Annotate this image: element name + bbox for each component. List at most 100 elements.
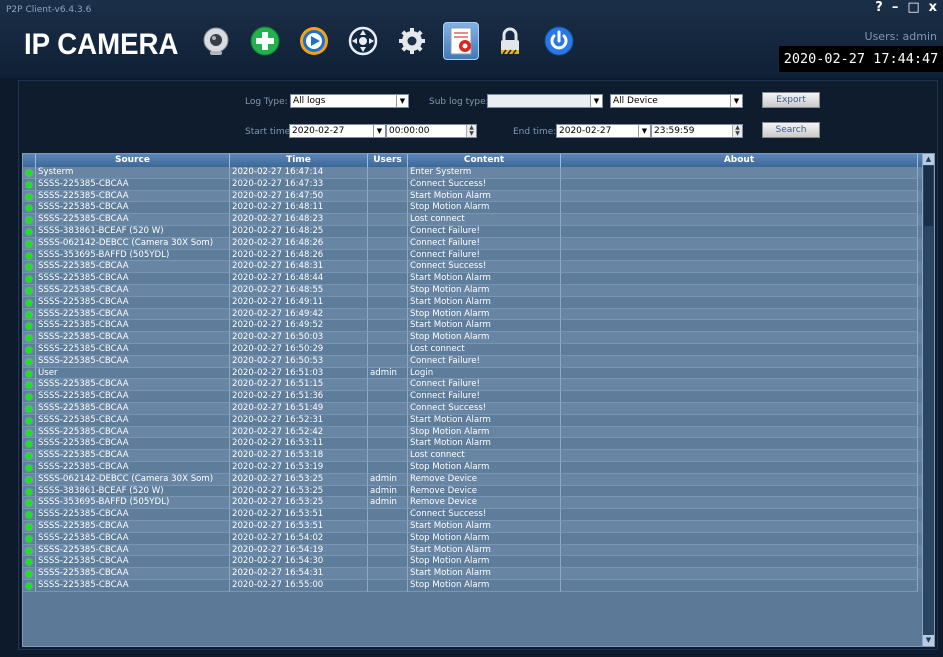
- table-row[interactable]: SSSS-225385-CBCAA 2020-02-27 16:52:31 Star…: [23, 414, 934, 427]
- users-cell: [368, 308, 408, 321]
- table-row[interactable]: SSSS-225385-CBCAA 2020-02-27 16:50:29 Lost…: [23, 343, 934, 356]
- table-row[interactable]: SSSS-225385-CBCAA 2020-02-27 16:53:51 Conn…: [23, 509, 934, 521]
- sub-log-type-select[interactable]: ▼: [487, 94, 603, 108]
- log-type-select[interactable]: All logs ▼: [290, 94, 409, 108]
- log-button[interactable]: [443, 22, 479, 60]
- scroll-up-icon[interactable]: ▲: [923, 154, 934, 165]
- table-row[interactable]: SSSS-225385-CBCAA 2020-02-27 16:49:42 Stop…: [23, 308, 934, 321]
- users-cell: [368, 438, 408, 451]
- app-logo: IP CAMERA: [24, 28, 179, 61]
- window-controls: ? – □ x: [875, 0, 937, 15]
- calendar-dropdown-icon[interactable]: ▼: [373, 125, 385, 137]
- time-cell: 2020-02-27 16:49:52: [230, 320, 368, 333]
- table-row[interactable]: SSSS-225385-CBCAA 2020-02-27 16:51:49 Conn…: [23, 402, 934, 415]
- table-row[interactable]: SSSS-225385-CBCAA 2020-02-27 16:48:23 Lost…: [23, 214, 934, 226]
- table-row[interactable]: SSSS-225385-CBCAA 2020-02-27 16:53:51 Star…: [23, 520, 934, 533]
- table-row[interactable]: SSSS-383861-BCEAF (520 W) 2020-02-27 16:4…: [23, 225, 934, 238]
- search-button[interactable]: Search: [762, 122, 820, 138]
- status-cell: [23, 402, 36, 415]
- chevron-down-icon[interactable]: ▼: [730, 95, 742, 107]
- end-date-picker[interactable]: 2020-02-27 ▼: [556, 124, 651, 138]
- content-column-header[interactable]: Content: [408, 154, 561, 167]
- ptz-button[interactable]: [345, 22, 381, 60]
- time-cell: 2020-02-27 16:48:55: [230, 284, 368, 297]
- log-table[interactable]: Source Time Users Content About Systerm 2…: [22, 153, 935, 647]
- source-cell: SSSS-225385-CBCAA: [36, 568, 230, 580]
- table-row[interactable]: SSSS-225385-CBCAA 2020-02-27 16:50:53 Conn…: [23, 355, 934, 368]
- table-row[interactable]: SSSS-225385-CBCAA 2020-02-27 16:50:03 Stop…: [23, 332, 934, 344]
- users-cell: admin: [368, 367, 408, 380]
- status-cell: [23, 579, 36, 592]
- table-row[interactable]: Systerm 2020-02-27 16:47:14 Enter Systerm: [23, 167, 934, 179]
- users-cell: [368, 402, 408, 415]
- calendar-dropdown-icon[interactable]: ▼: [638, 125, 650, 137]
- help-button[interactable]: ?: [875, 0, 883, 15]
- table-row[interactable]: SSSS-225385-CBCAA 2020-02-27 16:48:55 Stop…: [23, 284, 934, 297]
- about-column-header[interactable]: About: [561, 154, 918, 167]
- table-row[interactable]: SSSS-383861-BCEAF (520 W) 2020-02-27 16:5…: [23, 485, 934, 498]
- end-time-spinner[interactable]: 23:59:59 ▲ ▼: [651, 124, 743, 138]
- start-date-picker[interactable]: 2020-02-27 ▼: [289, 124, 386, 138]
- about-cell: [561, 414, 918, 427]
- main-toolbar: [198, 22, 577, 60]
- table-row[interactable]: SSSS-225385-CBCAA 2020-02-27 16:53:11 Star…: [23, 438, 934, 451]
- table-row[interactable]: SSSS-225385-CBCAA 2020-02-27 16:53:19 Stop…: [23, 461, 934, 474]
- spinner-arrows-icon[interactable]: ▲ ▼: [466, 125, 476, 137]
- users-cell: [368, 332, 408, 344]
- spinner-arrows-icon[interactable]: ▲ ▼: [732, 125, 742, 137]
- table-row[interactable]: SSSS-225385-CBCAA 2020-02-27 16:54:31 Star…: [23, 568, 934, 580]
- add-device-button[interactable]: [247, 22, 283, 60]
- about-cell: [561, 167, 918, 179]
- camera-button[interactable]: [198, 22, 234, 60]
- settings-button[interactable]: [394, 22, 430, 60]
- scroll-thumb[interactable]: [924, 166, 933, 226]
- table-row[interactable]: SSSS-225385-CBCAA 2020-02-27 16:48:31 Conn…: [23, 261, 934, 274]
- table-row[interactable]: SSSS-225385-CBCAA 2020-02-27 16:52:42 Stop…: [23, 426, 934, 439]
- device-select[interactable]: All Device ▼: [610, 94, 743, 108]
- scroll-down-icon[interactable]: ▼: [923, 635, 934, 646]
- table-row[interactable]: SSSS-225385-CBCAA 2020-02-27 16:54:02 Stop…: [23, 532, 934, 545]
- status-cell: [23, 438, 36, 451]
- table-row[interactable]: User 2020-02-27 16:51:03 admin Login: [23, 367, 934, 380]
- table-row[interactable]: SSSS-062142-DEBCC (Camera 30X Som) 2020-0…: [23, 473, 934, 486]
- table-row[interactable]: SSSS-225385-CBCAA 2020-02-27 16:54:19 Star…: [23, 544, 934, 557]
- online-status-icon: [26, 464, 32, 471]
- table-row[interactable]: SSSS-353695-BAFFD (505YDL) 2020-02-27 16:…: [23, 497, 934, 510]
- start-time-spinner[interactable]: 00:00:00 ▲ ▼: [386, 124, 477, 138]
- maximize-button[interactable]: □: [907, 0, 919, 15]
- vertical-scrollbar[interactable]: ▲ ▼: [922, 154, 934, 646]
- table-row[interactable]: SSSS-225385-CBCAA 2020-02-27 16:48:44 Star…: [23, 273, 934, 285]
- status-cell: [23, 249, 36, 262]
- minimize-button[interactable]: –: [892, 0, 899, 15]
- content-cell: Connect Failure!: [408, 391, 561, 403]
- source-cell: SSSS-225385-CBCAA: [36, 402, 230, 415]
- online-status-icon: [26, 228, 32, 235]
- table-row[interactable]: SSSS-225385-CBCAA 2020-02-27 16:51:15 Conn…: [23, 379, 934, 392]
- time-cell: 2020-02-27 16:51:03: [230, 367, 368, 380]
- users-column-header[interactable]: Users: [368, 154, 408, 167]
- about-cell: [561, 426, 918, 439]
- table-row[interactable]: SSSS-225385-CBCAA 2020-02-27 16:49:52 Star…: [23, 320, 934, 333]
- table-row[interactable]: SSSS-225385-CBCAA 2020-02-27 16:47:33 Conn…: [23, 178, 934, 191]
- log-type-label: Log Type:: [245, 97, 288, 107]
- table-row[interactable]: SSSS-225385-CBCAA 2020-02-27 16:51:36 Conn…: [23, 391, 934, 403]
- content-cell: Connect Success!: [408, 261, 561, 274]
- users-cell: [368, 225, 408, 238]
- close-button[interactable]: x: [929, 0, 937, 15]
- table-row[interactable]: SSSS-353695-BAFFD (505YDL) 2020-02-27 16:…: [23, 249, 934, 262]
- table-row[interactable]: SSSS-225385-CBCAA 2020-02-27 16:53:18 Lost…: [23, 450, 934, 462]
- power-button[interactable]: [541, 22, 577, 60]
- chevron-down-icon[interactable]: ▼: [396, 95, 408, 107]
- table-row[interactable]: SSSS-062142-DEBCC (Camera 30X Som) 2020-0…: [23, 237, 934, 250]
- playback-button[interactable]: [296, 22, 332, 60]
- table-row[interactable]: SSSS-225385-CBCAA 2020-02-27 16:47:50 Star…: [23, 190, 934, 203]
- chevron-down-icon[interactable]: ▼: [590, 95, 602, 107]
- table-row[interactable]: SSSS-225385-CBCAA 2020-02-27 16:49:11 Star…: [23, 296, 934, 309]
- lock-button[interactable]: [492, 22, 528, 60]
- export-button[interactable]: Export: [762, 92, 820, 108]
- table-row[interactable]: SSSS-225385-CBCAA 2020-02-27 16:48:11 Stop…: [23, 202, 934, 215]
- time-column-header[interactable]: Time: [230, 154, 368, 167]
- table-row[interactable]: SSSS-225385-CBCAA 2020-02-27 16:54:30 Stop…: [23, 556, 934, 569]
- table-row[interactable]: SSSS-225385-CBCAA 2020-02-27 16:55:00 Stop…: [23, 579, 934, 592]
- source-column-header[interactable]: Source: [36, 154, 230, 167]
